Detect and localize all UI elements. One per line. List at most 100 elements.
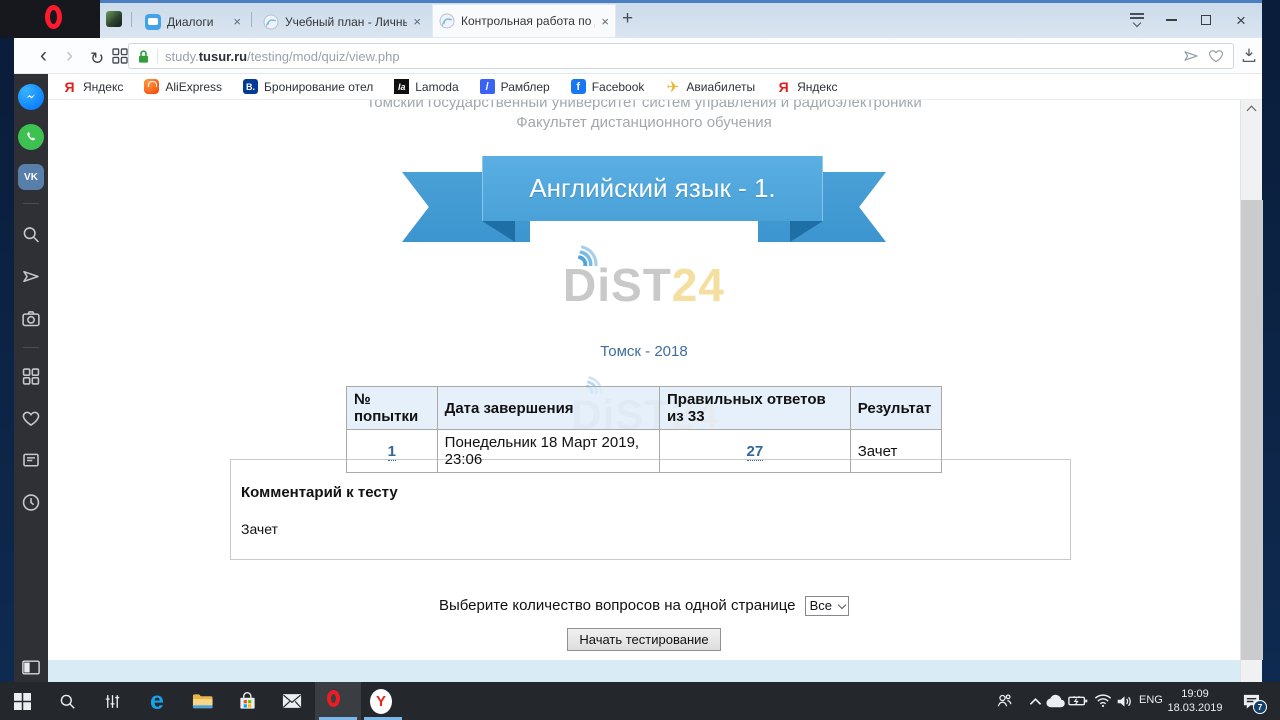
- maximize-button[interactable]: [1191, 8, 1221, 32]
- start-button[interactable]: [11, 690, 33, 712]
- send-to-flow-icon[interactable]: [1182, 47, 1200, 65]
- my-flow-icon[interactable]: [21, 266, 42, 287]
- attempt-link[interactable]: 1: [388, 443, 396, 461]
- aliexpress-icon: [144, 79, 159, 94]
- clock[interactable]: 19:09 18.03.2019: [1165, 687, 1225, 715]
- bookmark-aviabilety[interactable]: ✈ Авиабилеты: [665, 79, 755, 94]
- tab-dialogi[interactable]: Диалоги ×: [138, 5, 248, 38]
- vk-icon[interactable]: VK: [18, 164, 44, 190]
- bookmark-yandex-2[interactable]: Я Яндекс: [776, 79, 837, 94]
- course-title: Английский язык - 1.: [529, 173, 775, 204]
- minimize-button[interactable]: [1156, 8, 1186, 32]
- chevron-down-icon: [838, 601, 846, 609]
- test-comment-box: Комментарий к тесту Зачет: [230, 459, 1071, 560]
- col-attempt: № попытки: [347, 387, 438, 430]
- edge-icon[interactable]: e: [146, 690, 168, 712]
- plane-icon: ✈: [665, 79, 680, 94]
- logo-24-text: 24: [672, 259, 725, 311]
- secure-lock-icon: [137, 49, 150, 64]
- tab-kontrolnaya-active[interactable]: Контрольная работа по д ×: [432, 4, 616, 38]
- tusur-favicon: [263, 14, 279, 30]
- news-icon[interactable]: [21, 450, 42, 471]
- start-test-button[interactable]: Начать тестирование: [567, 628, 720, 651]
- forward-button[interactable]: ›: [66, 44, 73, 68]
- taskbar-search-icon[interactable]: [56, 690, 78, 712]
- close-icon[interactable]: ×: [601, 15, 609, 28]
- tab-menu-icon[interactable]: [1130, 13, 1144, 25]
- search-icon[interactable]: [21, 224, 42, 245]
- onedrive-cloud-icon[interactable]: [1044, 690, 1066, 712]
- attempts-table: № попытки Дата завершения Правильных отв…: [346, 386, 942, 473]
- sidebar-divider: [23, 203, 39, 204]
- tab-label: Учебный план - Личный: [285, 15, 407, 29]
- close-icon[interactable]: ×: [413, 15, 421, 28]
- messenger-icon[interactable]: [18, 84, 44, 110]
- bookmark-rambler[interactable]: / Рамблер: [480, 79, 550, 94]
- reload-button[interactable]: ↻: [90, 47, 104, 71]
- tab-separator: [131, 12, 132, 27]
- questions-per-page-label: Выберите количество вопросов на одной ст…: [439, 597, 796, 614]
- opera-taskbar-cell[interactable]: [315, 682, 361, 720]
- bookmark-label: Бронирование отел: [264, 80, 373, 94]
- tray-chevron-up-icon[interactable]: [1024, 690, 1046, 712]
- page-content: Томский государственный университет сист…: [48, 100, 1240, 682]
- language-indicator[interactable]: ENG: [1139, 694, 1163, 706]
- new-tab-button[interactable]: +: [622, 8, 633, 30]
- scroll-up-icon[interactable]: [1247, 106, 1257, 116]
- file-explorer-icon[interactable]: [191, 690, 213, 712]
- yandex-browser-icon[interactable]: Y: [370, 690, 392, 712]
- opera-logo-icon: [45, 5, 62, 29]
- bookmark-yandex[interactable]: Я Яндекс: [62, 79, 123, 94]
- screen: Диалоги × Учебный план - Личный × Контро…: [0, 0, 1280, 720]
- dist24-logo: DiST24: [48, 260, 1240, 311]
- back-button[interactable]: ‹: [40, 44, 47, 68]
- city-year: Томск - 2018: [48, 343, 1240, 360]
- bookmark-facebook[interactable]: f Facebook: [571, 79, 645, 94]
- battery-icon[interactable]: [1067, 690, 1089, 712]
- close-icon: ×: [1236, 12, 1246, 29]
- opera-sidebar: VK: [14, 74, 48, 682]
- whatsapp-icon[interactable]: [18, 124, 44, 150]
- ribbon-band: Английский язык - 1.: [482, 156, 823, 221]
- col-result: Результат: [850, 387, 941, 430]
- bookmark-label: Facebook: [592, 80, 645, 94]
- correct-answers-link[interactable]: 27: [747, 443, 764, 461]
- microsoft-store-icon[interactable]: [236, 690, 258, 712]
- history-clock-icon[interactable]: [21, 492, 42, 513]
- window-top-border: [0, 0, 1262, 3]
- sidebar-setup-icon[interactable]: [22, 660, 40, 675]
- tab-uchebny-plan[interactable]: Учебный план - Личный ×: [256, 5, 428, 38]
- wifi-icon[interactable]: [1092, 690, 1114, 712]
- address-bar[interactable]: study.tusur.ru/testing/mod/quiz/view.php: [128, 43, 1234, 69]
- people-icon[interactable]: [993, 690, 1015, 712]
- task-view-icon[interactable]: [101, 690, 123, 712]
- scrollbar-thumb[interactable]: [1241, 200, 1263, 660]
- snapshot-camera-icon[interactable]: [21, 308, 42, 329]
- time: 19:09: [1165, 687, 1225, 701]
- bookmark-booking[interactable]: B. Бронирование отел: [243, 79, 373, 94]
- questions-per-page-select[interactable]: Все: [805, 596, 849, 616]
- bookmark-lamoda[interactable]: la Lamoda: [394, 79, 458, 94]
- downloads-icon[interactable]: [1240, 46, 1258, 64]
- bookmark-aliexpress[interactable]: AliExpress: [144, 79, 222, 94]
- bookmarks-heart-icon[interactable]: [21, 408, 42, 429]
- volume-icon[interactable]: [1113, 690, 1135, 712]
- date: 18.03.2019: [1165, 701, 1225, 715]
- tab-label: Контрольная работа по д: [461, 14, 595, 28]
- maximize-icon: [1201, 15, 1211, 25]
- close-icon[interactable]: ×: [233, 15, 241, 28]
- opera-menu-button[interactable]: [0, 0, 100, 38]
- col-date: Дата завершения: [437, 387, 659, 430]
- speed-dial-icon[interactable]: [112, 48, 128, 64]
- booking-icon: B.: [243, 79, 258, 94]
- bookmark-label: Авиабилеты: [686, 80, 755, 94]
- bookmark-heart-icon[interactable]: [1207, 47, 1225, 65]
- vertical-scrollbar[interactable]: [1240, 100, 1262, 682]
- tusur-favicon: [439, 13, 455, 29]
- col-correct: Правильных ответов из 33: [660, 387, 851, 430]
- attempt-result: Зачет: [850, 430, 941, 473]
- close-window-button[interactable]: ×: [1226, 8, 1256, 32]
- pinned-tab-favicon[interactable]: [106, 11, 122, 27]
- speed-dial-sidebar-icon[interactable]: [21, 366, 42, 387]
- mail-icon[interactable]: [281, 690, 303, 712]
